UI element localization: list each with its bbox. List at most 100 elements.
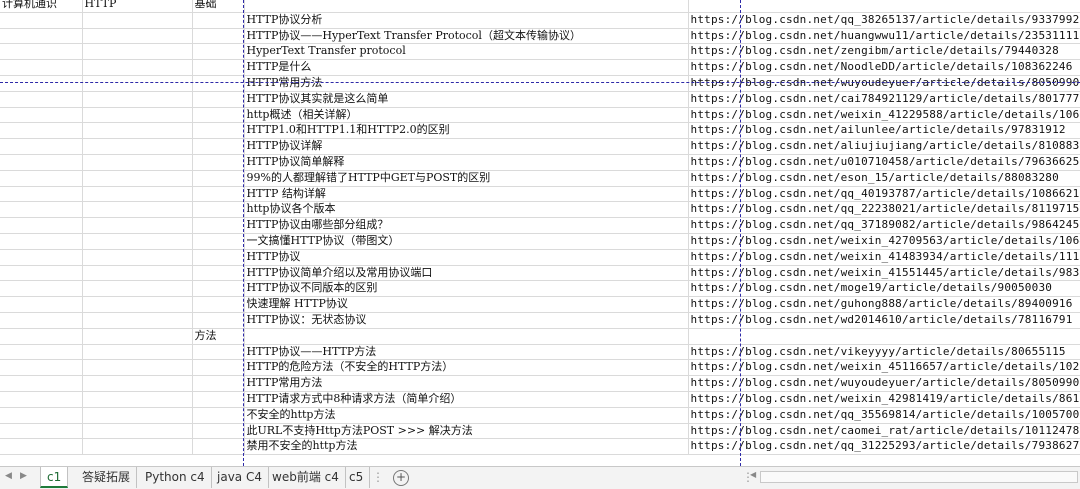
link-cell[interactable]: https://blog.csdn.net/zengibm/article/de…: [688, 43, 1080, 61]
link-cell[interactable]: https://blog.csdn.net/qq_35569814/articl…: [688, 407, 1080, 424]
title-cell[interactable]: [244, 0, 689, 13]
topic-cell[interactable]: [82, 359, 193, 377]
title-cell[interactable]: 99%的人都理解错了HTTP中GET与POST的区别: [244, 170, 689, 187]
tab-scroll-right-icon[interactable]: ▶: [20, 471, 27, 481]
topic-cell[interactable]: [82, 233, 193, 250]
category-cell[interactable]: [0, 43, 83, 61]
title-cell[interactable]: HTTP协议不同版本的区别: [244, 280, 689, 298]
link-cell[interactable]: https://blog.csdn.net/qq_37189082/articl…: [688, 217, 1080, 234]
link-cell[interactable]: https://blog.csdn.net/wuyoudeyuer/articl…: [688, 75, 1080, 92]
section-cell[interactable]: [192, 344, 245, 361]
category-cell[interactable]: [0, 201, 83, 219]
topic-cell[interactable]: [82, 107, 193, 124]
sheet-tab-web[interactable]: web前端 c4: [266, 467, 346, 488]
category-cell[interactable]: [0, 280, 83, 298]
section-cell[interactable]: [192, 122, 245, 140]
link-cell[interactable]: https://blog.csdn.net/weixin_42709563/ar…: [688, 233, 1080, 250]
category-cell[interactable]: [0, 122, 83, 140]
topic-cell[interactable]: [82, 138, 193, 155]
topic-cell[interactable]: [82, 43, 193, 61]
section-cell[interactable]: [192, 28, 245, 45]
section-cell[interactable]: [192, 391, 245, 408]
title-cell[interactable]: http协议各个版本: [244, 201, 689, 219]
section-cell[interactable]: [192, 217, 245, 234]
topic-cell[interactable]: [82, 280, 193, 298]
link-cell[interactable]: https://blog.csdn.net/caomei_rat/article…: [688, 423, 1080, 440]
section-cell[interactable]: [192, 170, 245, 187]
title-cell[interactable]: HTTP协议其实就是这么简单: [244, 91, 689, 108]
title-cell[interactable]: HTTP协议——HyperText Transfer Protocol（超文本传…: [244, 28, 689, 45]
title-cell[interactable]: HTTP协议简单解释: [244, 154, 689, 171]
title-cell[interactable]: [244, 328, 689, 345]
title-cell[interactable]: HTTP协议详解: [244, 138, 689, 155]
category-cell[interactable]: [0, 107, 83, 124]
category-cell[interactable]: [0, 328, 83, 345]
link-cell[interactable]: [688, 328, 1080, 345]
link-cell[interactable]: https://blog.csdn.net/wuyoudeyuer/articl…: [688, 375, 1080, 392]
section-cell[interactable]: 方法: [192, 328, 245, 345]
category-cell[interactable]: [0, 12, 83, 29]
link-cell[interactable]: https://blog.csdn.net/vikeyyyy/article/d…: [688, 344, 1080, 361]
section-cell[interactable]: [192, 91, 245, 108]
topic-cell[interactable]: [82, 438, 193, 456]
section-cell[interactable]: [192, 423, 245, 440]
section-cell[interactable]: [192, 201, 245, 219]
category-cell[interactable]: [0, 138, 83, 155]
title-cell[interactable]: HTTP是什么: [244, 59, 689, 76]
topic-cell[interactable]: [82, 154, 193, 171]
category-cell[interactable]: [0, 233, 83, 250]
topic-cell[interactable]: [82, 312, 193, 329]
topic-cell[interactable]: HTTP: [82, 0, 193, 13]
section-cell[interactable]: [192, 407, 245, 424]
category-cell[interactable]: [0, 423, 83, 440]
sheet-tab-java[interactable]: java C4: [211, 467, 269, 488]
tab-scroll-left-icon[interactable]: ◀: [5, 471, 12, 481]
link-cell[interactable]: https://blog.csdn.net/qq_31225293/articl…: [688, 438, 1080, 456]
section-cell[interactable]: [192, 107, 245, 124]
topic-cell[interactable]: [82, 28, 193, 45]
category-cell[interactable]: [0, 75, 83, 92]
link-cell[interactable]: https://blog.csdn.net/qq_38265137/articl…: [688, 12, 1080, 29]
category-cell[interactable]: [0, 265, 83, 282]
section-cell[interactable]: [192, 265, 245, 282]
horizontal-scrollbar[interactable]: [760, 471, 1078, 483]
title-cell[interactable]: 一文搞懂HTTP协议（带图文）: [244, 233, 689, 250]
category-cell[interactable]: [0, 375, 83, 392]
title-cell[interactable]: HTTP常用方法: [244, 375, 689, 392]
category-cell[interactable]: [0, 28, 83, 45]
link-cell[interactable]: https://blog.csdn.net/weixin_45116657/ar…: [688, 359, 1080, 377]
topic-cell[interactable]: [82, 296, 193, 313]
section-cell[interactable]: [192, 43, 245, 61]
link-cell[interactable]: https://blog.csdn.net/moge19/article/det…: [688, 280, 1080, 298]
link-cell[interactable]: https://blog.csdn.net/ailunlee/article/d…: [688, 122, 1080, 140]
title-cell[interactable]: HTTP协议——HTTP方法: [244, 344, 689, 361]
section-cell[interactable]: 基础: [192, 0, 245, 13]
category-cell[interactable]: [0, 91, 83, 108]
link-cell[interactable]: https://blog.csdn.net/weixin_41483934/ar…: [688, 249, 1080, 266]
title-cell[interactable]: HTTP请求方式中8种请求方法（简单介绍）: [244, 391, 689, 408]
topic-cell[interactable]: [82, 59, 193, 76]
title-cell[interactable]: HyperText Transfer protocol: [244, 43, 689, 61]
category-cell[interactable]: [0, 59, 83, 76]
title-cell[interactable]: HTTP协议分析: [244, 12, 689, 29]
link-cell[interactable]: https://blog.csdn.net/huangwwu11/article…: [688, 28, 1080, 45]
title-cell[interactable]: HTTP常用方法: [244, 75, 689, 92]
category-cell[interactable]: [0, 186, 83, 203]
category-cell[interactable]: [0, 344, 83, 361]
scroll-left-icon[interactable]: ◀: [750, 470, 756, 479]
topic-cell[interactable]: [82, 391, 193, 408]
section-cell[interactable]: [192, 154, 245, 171]
title-cell[interactable]: http概述（相关详解）: [244, 107, 689, 124]
topic-cell[interactable]: [82, 75, 193, 92]
category-cell[interactable]: [0, 154, 83, 171]
topic-cell[interactable]: [82, 328, 193, 345]
section-cell[interactable]: [192, 75, 245, 92]
title-cell[interactable]: 不安全的http方法: [244, 407, 689, 424]
section-cell[interactable]: [192, 312, 245, 329]
category-cell[interactable]: [0, 217, 83, 234]
link-cell[interactable]: https://blog.csdn.net/cai784921129/artic…: [688, 91, 1080, 108]
sheet-tab-python[interactable]: Python c4: [139, 467, 212, 488]
topic-cell[interactable]: [82, 122, 193, 140]
section-cell[interactable]: [192, 438, 245, 456]
topic-cell[interactable]: [82, 423, 193, 440]
